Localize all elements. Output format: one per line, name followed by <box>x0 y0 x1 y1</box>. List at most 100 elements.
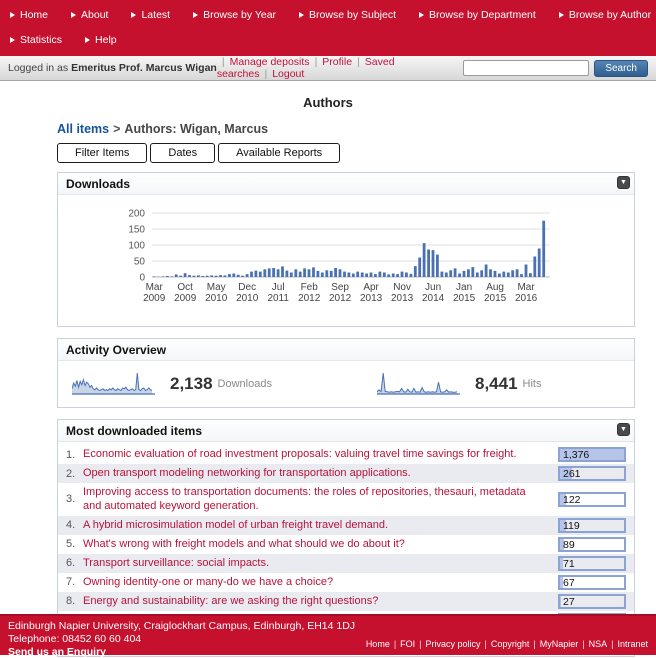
login-links: |Manage deposits|Profile|Saved searches|… <box>217 56 463 80</box>
downloads-total: 2,138 <box>170 374 213 394</box>
nav-item-statistics[interactable]: Statistics <box>10 34 62 46</box>
separator: | <box>264 68 267 80</box>
footer-link-home[interactable]: Home <box>366 639 390 649</box>
svg-text:Dec: Dec <box>238 282 256 293</box>
logout-link[interactable]: Logout <box>272 68 304 80</box>
footer-link-nsa[interactable]: NSA <box>589 639 608 649</box>
footer-link-mynapier[interactable]: MyNapier <box>540 639 579 649</box>
downloads-stat-group: 2,138 Downloads <box>72 371 353 397</box>
panel-dropdown-icon[interactable]: ▼ <box>617 176 630 189</box>
nav-item-help[interactable]: Help <box>85 34 117 46</box>
most-downloaded-row: 2.Open transport modeling networking for… <box>58 464 634 483</box>
item-title-link[interactable]: What's wrong with freight models and wha… <box>83 537 558 551</box>
downloads-panel: Downloads ▼ 050100150200Mar2009Oct2009Ma… <box>57 172 635 327</box>
most-downloaded-title: Most downloaded items <box>66 424 202 438</box>
nav-item-label: Browse by Department <box>429 9 536 21</box>
item-title-link[interactable]: Owning identity-one or many-do we have a… <box>83 575 558 589</box>
breadcrumb: All items>Authors: Wigan, Marcus <box>57 122 635 136</box>
download-count: 89 <box>560 539 575 551</box>
footer-link-intranet[interactable]: Intranet <box>617 639 648 649</box>
svg-text:150: 150 <box>128 225 145 236</box>
item-rank: 6. <box>66 557 83 569</box>
most-downloaded-row: 3.Improving access to transportation doc… <box>58 483 634 516</box>
footer-link-privacy-policy[interactable]: Privacy policy <box>426 639 481 649</box>
item-title-link[interactable]: A hybrid microsimulation model of urban … <box>83 518 558 532</box>
nav-item-about[interactable]: About <box>71 9 108 21</box>
nav-item-home[interactable]: Home <box>10 9 48 21</box>
panel-dropdown-icon[interactable]: ▼ <box>617 423 630 436</box>
download-count-gauge: 71 <box>558 556 626 571</box>
item-rank: 5. <box>66 538 83 550</box>
svg-text:2011: 2011 <box>267 293 289 304</box>
footer-link-copyright[interactable]: Copyright <box>491 639 530 649</box>
triangle-bullet-icon <box>299 12 304 18</box>
most-downloaded-row: 8.Energy and sustainability: are we aski… <box>58 592 634 611</box>
profile-link[interactable]: Profile <box>322 56 352 68</box>
svg-text:2016: 2016 <box>515 293 538 304</box>
activity-body: 2,138 Downloads 8,441 Hits <box>58 361 634 407</box>
svg-text:2014: 2014 <box>422 293 445 304</box>
most-downloaded-header: Most downloaded items ▼ <box>58 420 634 442</box>
site-search: Search <box>463 60 648 77</box>
download-count: 261 <box>560 468 581 480</box>
logged-in-prefix: Logged in as <box>8 62 68 74</box>
nav-item-browse-by-author[interactable]: Browse by Author <box>559 9 651 21</box>
separator: | <box>357 56 360 68</box>
item-rank: 1. <box>66 449 83 461</box>
breadcrumb-all-items-link[interactable]: All items <box>57 122 109 136</box>
separator: | <box>611 639 613 649</box>
most-downloaded-row: 1.Economic evaluation of road investment… <box>58 445 634 464</box>
footer-links: Home|FOI|Privacy policy|Copyright|MyNapi… <box>366 639 648 649</box>
download-count: 119 <box>560 520 580 532</box>
report-toolbar: Filter ItemsDatesAvailable Reports <box>57 143 635 163</box>
svg-text:2009: 2009 <box>143 293 166 304</box>
svg-text:2013: 2013 <box>360 293 383 304</box>
nav-item-latest[interactable]: Latest <box>131 9 170 21</box>
download-count: 71 <box>560 558 575 570</box>
nav-item-label: Statistics <box>20 34 62 46</box>
triangle-bullet-icon <box>131 12 136 18</box>
svg-text:2009: 2009 <box>174 293 197 304</box>
separator: | <box>533 639 535 649</box>
item-title-link[interactable]: Transport surveillance: social impacts. <box>83 556 558 570</box>
separator: | <box>394 639 396 649</box>
item-rank: 2. <box>66 468 83 480</box>
separator: | <box>315 56 318 68</box>
triangle-bullet-icon <box>71 12 76 18</box>
download-count: 1,376 <box>560 449 589 461</box>
svg-text:Aug: Aug <box>486 282 504 293</box>
svg-text:2010: 2010 <box>205 293 228 304</box>
svg-text:Mar: Mar <box>146 282 164 293</box>
manage-deposits-link[interactable]: Manage deposits <box>230 56 310 68</box>
item-title-link[interactable]: Open transport modeling networking for t… <box>83 466 558 480</box>
footer-link-foi[interactable]: FOI <box>400 639 415 649</box>
svg-text:Feb: Feb <box>301 282 319 293</box>
login-bar: Logged in as Emeritus Prof. Marcus Wigan… <box>0 56 656 81</box>
download-count-gauge: 27 <box>558 594 626 609</box>
search-button[interactable]: Search <box>594 60 648 77</box>
svg-text:2012: 2012 <box>298 293 321 304</box>
item-title-link[interactable]: Improving access to transportation docum… <box>83 485 558 514</box>
nav-item-label: Help <box>95 34 117 46</box>
most-downloaded-row: 6.Transport surveillance: social impacts… <box>58 554 634 573</box>
nav-item-browse-by-year[interactable]: Browse by Year <box>193 9 276 21</box>
breadcrumb-separator: > <box>113 122 120 136</box>
nav-item-browse-by-department[interactable]: Browse by Department <box>419 9 536 21</box>
available-reports-button[interactable]: Available Reports <box>218 143 340 163</box>
svg-text:Jun: Jun <box>425 282 441 293</box>
nav-item-browse-by-subject[interactable]: Browse by Subject <box>299 9 396 21</box>
svg-text:2010: 2010 <box>236 293 259 304</box>
most-downloaded-list: 1.Economic evaluation of road investment… <box>58 442 634 630</box>
dates-button[interactable]: Dates <box>150 143 215 163</box>
item-title-link[interactable]: Economic evaluation of road investment p… <box>83 447 558 461</box>
download-count-gauge: 261 <box>558 466 626 481</box>
item-title-link[interactable]: Energy and sustainability: are we asking… <box>83 594 558 608</box>
downloads-panel-header: Downloads ▼ <box>58 173 634 195</box>
top-navigation: Home About Latest Browse by Year Browse by S… <box>0 0 656 56</box>
svg-text:Jan: Jan <box>456 282 472 293</box>
filter-items-button[interactable]: Filter Items <box>57 143 147 163</box>
triangle-bullet-icon <box>85 37 90 43</box>
search-input[interactable] <box>463 60 589 76</box>
svg-text:2015: 2015 <box>453 293 476 304</box>
most-downloaded-row: 7.Owning identity-one or many-do we have… <box>58 573 634 592</box>
